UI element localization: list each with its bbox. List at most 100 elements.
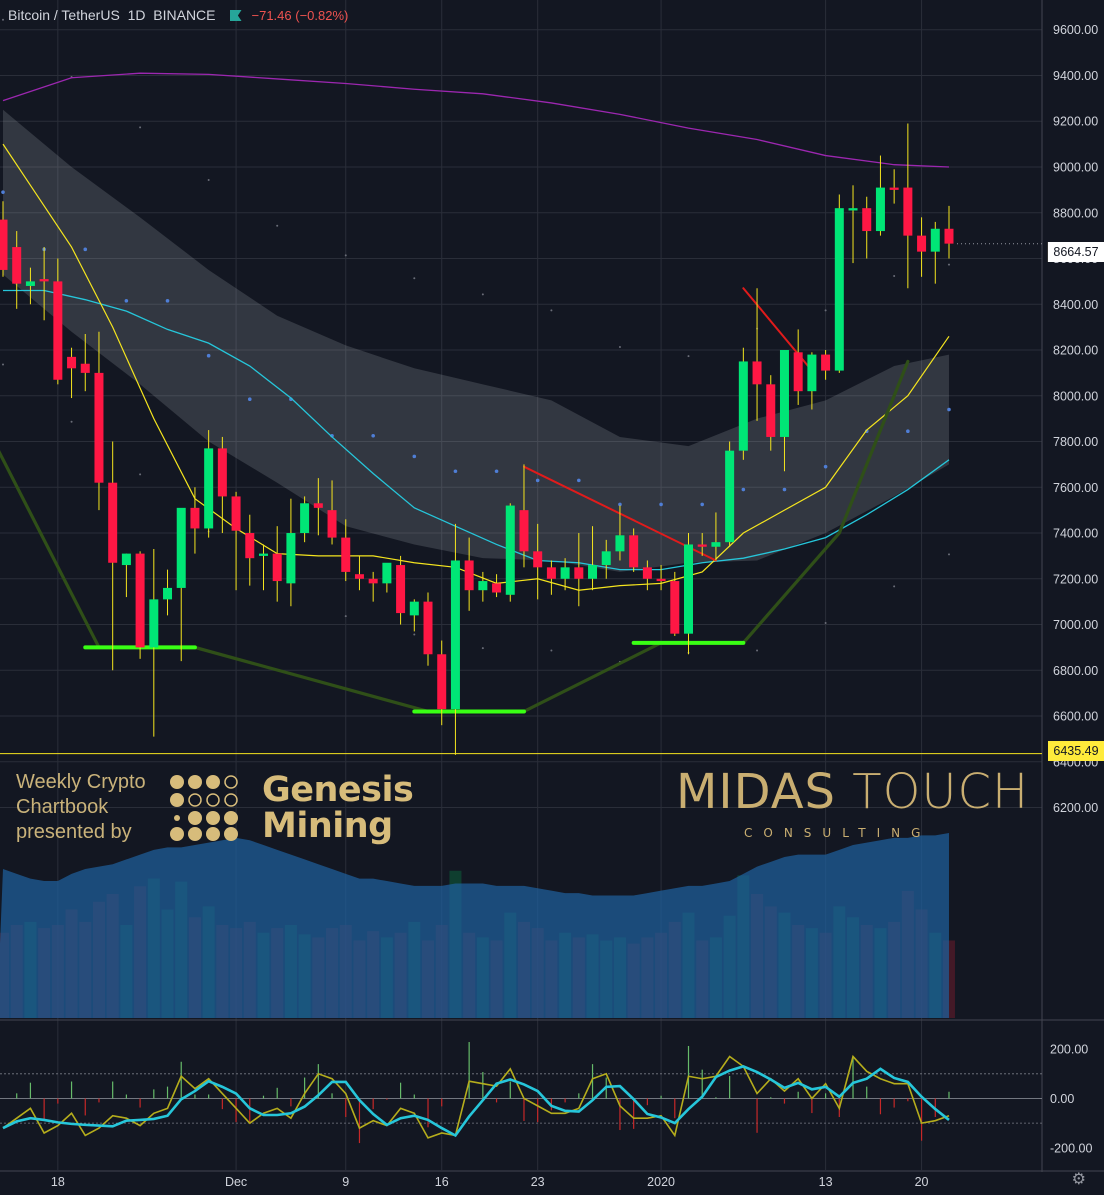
candle (738, 347, 748, 460)
band-mid-dot (823, 464, 828, 469)
midas-touch-logo: MIDAS TOUCH (676, 764, 1029, 820)
symbol-name[interactable]: Bitcoin / TetherUS (8, 7, 120, 23)
candle-body (204, 448, 214, 529)
candle (821, 350, 831, 380)
band-mid-dot (1, 190, 5, 194)
candle-body (258, 553, 268, 556)
band-dot (2, 363, 4, 366)
candle (684, 533, 693, 655)
candle-body (245, 533, 255, 559)
candle (286, 498, 296, 607)
candle-body (862, 208, 872, 232)
price-tick-label: 7000.00 (1053, 618, 1098, 632)
touch-word: TOUCH (852, 764, 1030, 820)
price-tick-label: 7800.00 (1053, 435, 1098, 449)
candle-body (80, 363, 90, 373)
candle-body (437, 654, 447, 710)
band-dot (756, 649, 759, 652)
candle (834, 194, 844, 373)
candle-body (135, 553, 145, 648)
candle (67, 347, 77, 399)
band-mid-dot (83, 247, 88, 252)
candle-body (121, 553, 131, 566)
band-dot (824, 309, 827, 312)
interval-label[interactable]: 1D (128, 7, 146, 23)
candle-body (670, 581, 680, 634)
price-tick-label: 8200.00 (1053, 344, 1098, 358)
candle-body (478, 581, 488, 591)
support-line-badge: 6435.49 (1048, 741, 1104, 761)
band-mid-dot (535, 478, 540, 483)
price-tick-label: 6200.00 (1053, 801, 1098, 815)
candle-body (574, 567, 584, 579)
time-tick-label: 16 (435, 1175, 449, 1189)
band-dot (207, 178, 210, 181)
candle-body (108, 482, 118, 563)
candle-body (354, 574, 364, 579)
price-tick-label: 8400.00 (1053, 298, 1098, 312)
price-chart[interactable]: 6200.006400.006600.006800.007000.007200.… (0, 0, 1104, 1195)
price-tick-label: 7400.00 (1053, 527, 1098, 541)
time-tick-label: 2020 (647, 1175, 675, 1189)
candle (176, 507, 186, 662)
candle (300, 496, 310, 543)
candle (94, 331, 104, 511)
candle-body (396, 565, 406, 614)
band-dot (550, 649, 553, 652)
band-dot (947, 553, 950, 556)
candle (848, 185, 858, 264)
band-mid-dot (165, 299, 170, 303)
candle (423, 592, 433, 666)
genesis-logo-icon (170, 775, 238, 841)
candle-body (944, 228, 954, 244)
band-mid-dot (741, 487, 746, 492)
time-tick-label: 13 (819, 1175, 833, 1189)
sma-purple-line (2, 72, 950, 168)
candle-body (546, 567, 556, 579)
price-tick-label: 7600.00 (1053, 481, 1098, 495)
osc-cyan-line (2, 1065, 950, 1138)
candle (505, 503, 515, 602)
candle-body (807, 354, 817, 392)
candle-body (149, 599, 159, 648)
candle-body (505, 505, 515, 595)
candle-body (190, 507, 200, 529)
flag-icon[interactable] (229, 10, 242, 21)
candle (163, 569, 173, 616)
candle (807, 352, 817, 410)
band-mid-dot (700, 502, 705, 507)
candle (875, 155, 885, 236)
band-dot (70, 420, 73, 423)
band-mid-dot (782, 487, 787, 492)
price-tick-label: 9200.00 (1053, 115, 1098, 129)
candle-body (409, 601, 419, 616)
settings-icon[interactable]: ⚙ (1072, 1169, 1086, 1189)
band-dot (618, 345, 621, 348)
band-dot (893, 275, 896, 278)
candle (889, 169, 899, 204)
volume-pane (0, 833, 955, 1018)
candle-body (656, 578, 666, 582)
band-dot (481, 293, 484, 296)
candle-body (642, 567, 652, 579)
price-tick-label: 6600.00 (1053, 710, 1098, 724)
candle-body (560, 567, 570, 579)
candle (793, 329, 803, 405)
candle-body (0, 219, 8, 270)
candle-body (382, 562, 392, 584)
candle-body (272, 553, 282, 582)
candle-body (464, 560, 474, 591)
candle-body (917, 235, 927, 252)
candle-body (231, 496, 241, 531)
candle (903, 123, 913, 289)
watermark-line: Weekly Crypto (16, 771, 146, 793)
candle (930, 221, 940, 284)
candle (190, 487, 200, 554)
candle-body (533, 551, 543, 568)
candle (450, 523, 460, 755)
candle (862, 196, 872, 259)
candle-body (286, 533, 296, 584)
band-mid-dot (371, 433, 375, 438)
candle (204, 430, 214, 538)
midas-word: MIDAS (676, 764, 836, 820)
